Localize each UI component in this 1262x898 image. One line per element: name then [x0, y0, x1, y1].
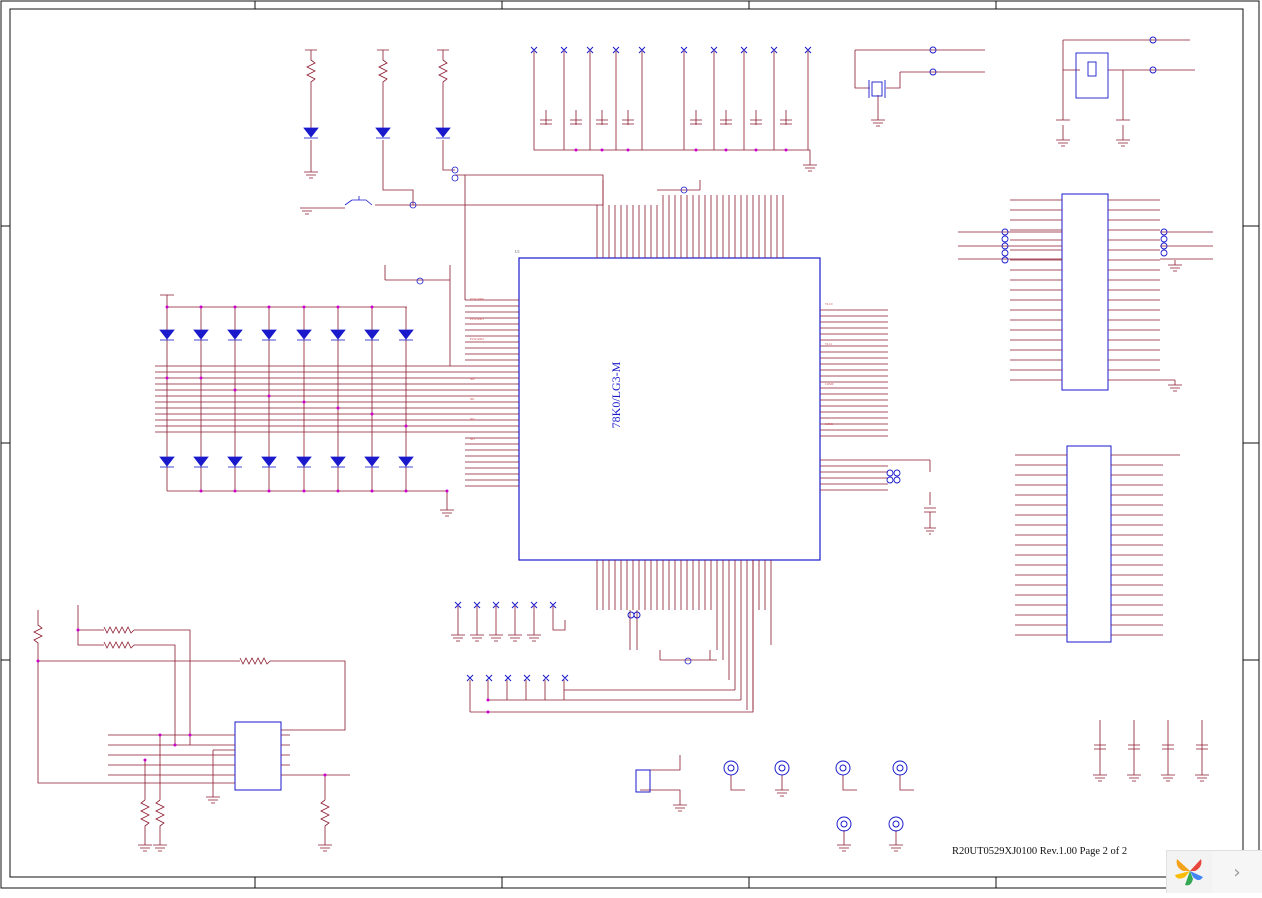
svg-text:COM0: COM0: [825, 382, 834, 386]
svg-text:P151/ANI1: P151/ANI1: [470, 317, 484, 321]
pinwheel-logo-icon: [1166, 850, 1213, 893]
mcu-part-label: 78K0/LG3-M: [609, 361, 623, 428]
svg-text:P152/ANI2: P152/ANI2: [470, 337, 484, 341]
schematic-sheet: 78K0/LG3-M U1 P150/ANI0 P151/ANI1 P152/ANI…: [0, 0, 1260, 889]
connector-cn1: [958, 193, 1213, 392]
led-matrix: [159, 294, 454, 517]
pin-label-texture: P150/ANI0 P151/ANI1 P152/ANI2 S00 S01 S02 S03…: [470, 297, 834, 441]
interface-ic-circuit: [33, 605, 350, 852]
connector-cn2: [886, 445, 1180, 643]
top-test-points: [530, 46, 817, 172]
svg-text:S03: S03: [470, 437, 475, 441]
viewer-navigation: ›: [1166, 850, 1262, 893]
mcu-ref-label: U1: [515, 249, 520, 254]
document-footer-text: R20UT0529XJ0100 Rev.1.00 Page 2 of 2: [952, 846, 1128, 857]
bottom-test-points: [451, 601, 1209, 852]
mcu-pin-wires: [155, 174, 930, 713]
mcu-u1: 78K0/LG3-M U1: [515, 249, 821, 561]
crystal-oscillator-x1: [854, 36, 1195, 147]
chevron-right-icon[interactable]: ›: [1212, 850, 1262, 893]
svg-text:S01: S01: [470, 397, 475, 401]
svg-text:VLC0: VLC0: [825, 302, 833, 306]
svg-text:S02: S02: [470, 417, 475, 421]
svg-text:P150/ANI0: P150/ANI0: [470, 297, 484, 301]
svg-text:S00: S00: [470, 377, 475, 381]
svg-text:COM1: COM1: [825, 422, 834, 426]
svg-text:VLC1: VLC1: [825, 342, 833, 346]
power-led-indicators: [300, 49, 692, 665]
